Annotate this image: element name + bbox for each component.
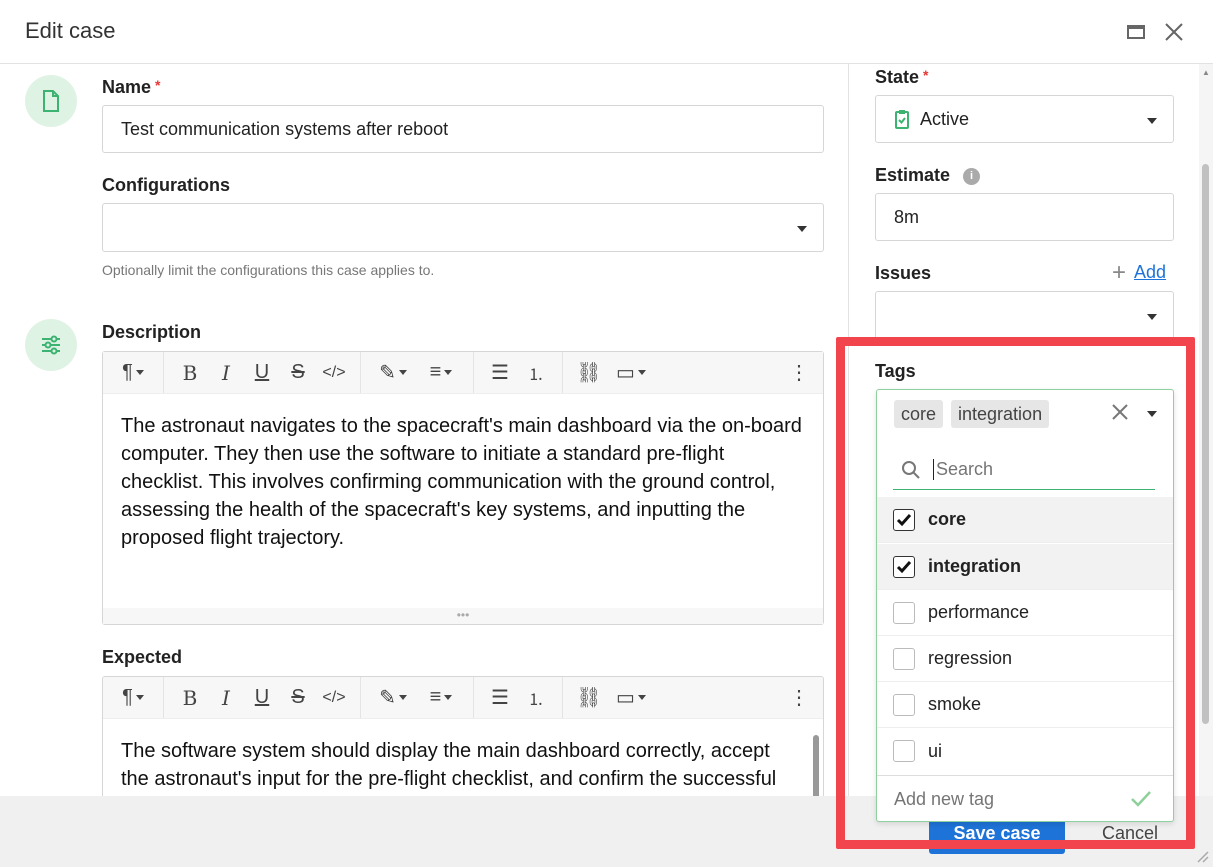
close-icon[interactable]: [1160, 18, 1188, 46]
clear-icon[interactable]: [1111, 403, 1129, 426]
configurations-select[interactable]: [102, 203, 824, 252]
expected-text[interactable]: The software system should display the m…: [103, 719, 823, 793]
clipboard-check-icon: [894, 109, 910, 129]
dialog-title: Edit case: [25, 18, 116, 43]
underline-icon[interactable]: U: [244, 357, 280, 389]
tag-option-core[interactable]: core: [877, 497, 1173, 543]
name-label: Name *: [102, 77, 161, 97]
chevron-down-icon: [797, 226, 807, 232]
align-icon[interactable]: ≡: [417, 357, 465, 389]
bold-icon[interactable]: B: [172, 357, 208, 389]
tag-chip-core[interactable]: core: [894, 400, 944, 428]
embed-icon[interactable]: ▭: [607, 357, 655, 389]
link-icon[interactable]: ⛓: [571, 357, 607, 389]
code-icon[interactable]: </>: [316, 682, 352, 714]
estimate-value: 8m: [894, 206, 920, 227]
estimate-input[interactable]: 8m: [875, 193, 1174, 241]
estimate-label: Estimate i: [875, 165, 981, 186]
numbered-list-icon[interactable]: ⒈: [518, 357, 554, 389]
expected-label: Expected: [102, 647, 183, 667]
description-text[interactable]: The astronaut navigates to the spacecraf…: [103, 394, 823, 552]
state-select[interactable]: Active: [875, 95, 1174, 143]
italic-icon[interactable]: I: [208, 682, 244, 714]
configurations-help: Optionally limit the configurations this…: [102, 262, 435, 278]
description-editor[interactable]: ¶ B I U S </> ✎ ≡ ☰ ⒈ ⛓ ▭ ⋮ The astronau…: [102, 351, 824, 625]
tag-search-field[interactable]: [893, 450, 1155, 490]
numbered-list-icon[interactable]: ⒈: [518, 682, 554, 714]
checkbox-icon[interactable]: [893, 740, 915, 762]
expected-toolbar: ¶ B I U S </> ✎ ≡ ☰ ⒈ ⛓ ▭ ⋮: [103, 677, 823, 719]
more-icon[interactable]: ⋮: [781, 682, 817, 714]
file-icon: [25, 75, 77, 127]
bullet-list-icon[interactable]: ☰: [482, 682, 518, 714]
tags-label: Tags: [875, 361, 916, 381]
paragraph-icon[interactable]: ¶: [111, 357, 155, 389]
code-icon[interactable]: </>: [316, 357, 352, 389]
name-value: Test communication systems after reboot: [121, 118, 449, 139]
more-icon[interactable]: ⋮: [781, 357, 817, 389]
resize-handle[interactable]: •••: [103, 608, 823, 624]
tag-option-smoke[interactable]: smoke: [877, 682, 1173, 728]
tag-option-ui[interactable]: ui: [877, 728, 1173, 774]
checkbox-checked-icon[interactable]: [893, 508, 915, 531]
state-value: Active: [920, 108, 970, 129]
selected-tags: core integration: [894, 400, 1057, 428]
name-input[interactable]: Test communication systems after reboot: [102, 105, 824, 153]
add-new-tag-input[interactable]: [894, 788, 1114, 810]
highlight-icon[interactable]: ✎: [369, 682, 417, 714]
issues-label: Issues: [875, 263, 932, 283]
chevron-down-icon: [1147, 118, 1157, 124]
paragraph-icon[interactable]: ¶: [111, 682, 155, 714]
state-label: State *: [875, 67, 929, 87]
issues-select[interactable]: [875, 291, 1174, 339]
strikethrough-icon[interactable]: S: [280, 682, 316, 714]
page-scrollbar[interactable]: ▲: [1199, 64, 1213, 796]
confirm-check-icon[interactable]: [1130, 790, 1152, 808]
tag-chip-integration[interactable]: integration: [951, 400, 1050, 428]
configurations-label: Configurations: [102, 175, 230, 195]
embed-icon[interactable]: ▭: [607, 682, 655, 714]
chevron-down-icon[interactable]: [1147, 411, 1157, 417]
tag-option-regression[interactable]: regression: [877, 636, 1173, 682]
plus-icon: +: [1112, 258, 1127, 286]
add-new-tag-row[interactable]: [877, 775, 1173, 822]
underline-icon[interactable]: U: [244, 682, 280, 714]
strikethrough-icon[interactable]: S: [280, 357, 316, 389]
description-toolbar: ¶ B I U S </> ✎ ≡ ☰ ⒈ ⛓ ▭ ⋮: [103, 352, 823, 394]
tag-search-input[interactable]: [933, 459, 1133, 480]
tags-dropdown: core integration core integration perfor…: [876, 389, 1174, 822]
checkbox-icon[interactable]: [893, 693, 915, 716]
description-label: Description: [102, 322, 202, 342]
checkbox-icon[interactable]: [893, 647, 915, 670]
tag-option-performance[interactable]: performance: [877, 590, 1173, 636]
checkbox-icon[interactable]: [893, 601, 915, 624]
resize-grip-icon[interactable]: [1194, 848, 1210, 867]
info-icon[interactable]: i: [963, 167, 981, 185]
bold-icon[interactable]: B: [172, 682, 208, 714]
italic-icon[interactable]: I: [208, 357, 244, 389]
search-icon: [901, 460, 921, 480]
add-issue-link[interactable]: + Add: [1112, 258, 1166, 286]
link-icon[interactable]: ⛓: [571, 682, 607, 714]
bullet-list-icon[interactable]: ☰: [482, 357, 518, 389]
dialog-header: Edit case: [0, 0, 1213, 64]
tag-option-integration[interactable]: integration: [877, 544, 1173, 590]
maximize-icon[interactable]: [1122, 18, 1150, 46]
chevron-down-icon: [1147, 314, 1157, 320]
highlight-icon[interactable]: ✎: [369, 357, 417, 389]
align-icon[interactable]: ≡: [417, 682, 465, 714]
checkbox-checked-icon[interactable]: [893, 555, 915, 578]
sliders-icon: [25, 319, 77, 371]
